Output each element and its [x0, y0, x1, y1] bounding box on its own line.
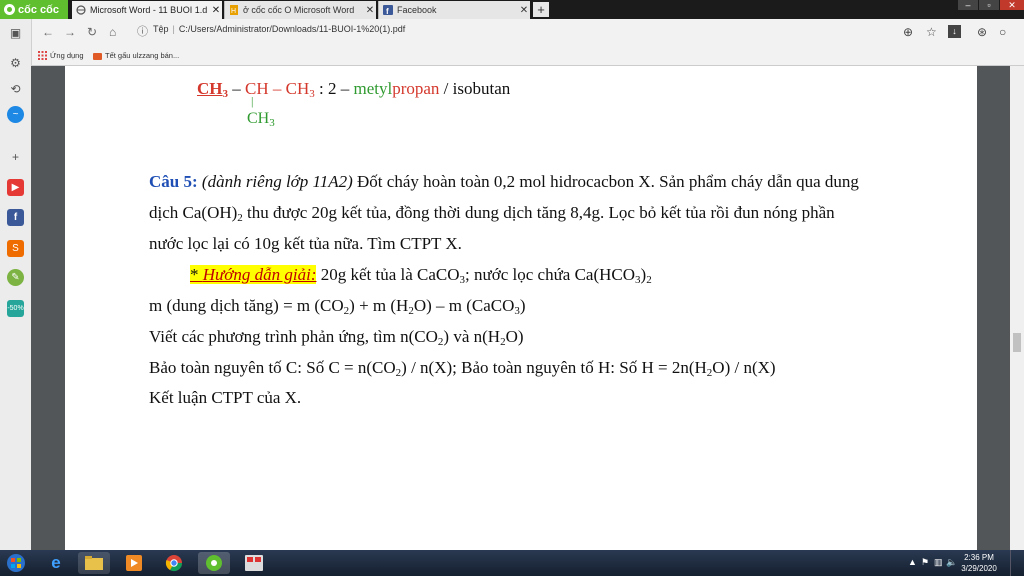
chrome-icon[interactable] — [158, 552, 190, 574]
question-5-line-3: nước lọc lại có 10g kết tủa nữa. Tìm CTP… — [149, 234, 462, 253]
tab-label: Microsoft Word - 11 BUOI 1.d — [90, 5, 208, 15]
vertical-scrollbar[interactable] — [1010, 66, 1024, 550]
svg-text:H: H — [231, 8, 236, 15]
youtube-icon[interactable]: ▶ — [7, 179, 24, 196]
bookmark-star-icon[interactable]: ☆ — [926, 25, 937, 39]
forward-arrow-icon[interactable]: → — [64, 25, 76, 39]
bookmarks-bar: Ứng dụng Tết gấu ulzzang bán... — [0, 45, 1024, 66]
pdf-page: CH3 – CH – CH3 : 2 – metylpropan / isobu… — [65, 66, 977, 550]
promo-badge[interactable]: -50% — [7, 300, 24, 317]
ch3-group: CH3 — [197, 79, 228, 100]
question-5-line-2: dịch Ca(OH)2 thu được 20g kết tủa, đồng … — [149, 203, 835, 224]
system-clock[interactable]: 2:36 PM 3/29/2020 — [956, 552, 1002, 574]
address-bar[interactable]: Tệp | C:/Users/Administrator/Downloads/11-… — [153, 24, 405, 34]
tab-label: ở cốc cốc O Microsoft Word — [243, 5, 355, 15]
bookmark-apps[interactable]: Ứng dụng — [38, 51, 84, 60]
pdf-viewer: CH3 – CH – CH3 : 2 – metylpropan / isobu… — [31, 66, 1010, 550]
coccoc-menu-button[interactable]: cốc cốc — [0, 0, 68, 19]
branch-ch3: CH3 — [247, 110, 275, 129]
coccoc-taskbar-icon[interactable] — [198, 552, 230, 574]
app-icon[interactable] — [238, 552, 270, 574]
messenger-icon[interactable]: ~ — [7, 106, 24, 123]
add-icon[interactable]: + — [7, 149, 24, 166]
address-url: C:/Users/Administrator/Downloads/11-BUOI… — [178, 24, 406, 34]
shopping-bag-icon — [93, 51, 102, 60]
settings-icon[interactable]: ⚙ — [7, 55, 24, 72]
windows-taskbar: e ▲ ⚑ ▥ 🔈 2:36 PM 3/29/2020 — [0, 550, 1024, 576]
question-5-line-1: Câu 5: (dành riêng lớp 11A2) Đốt cháy ho… — [149, 172, 859, 191]
tab-close-icon[interactable]: ✕ — [518, 5, 530, 16]
branch-bar: | — [251, 94, 254, 108]
conclusion-line: Kết luận CTPT của X. — [149, 388, 302, 407]
formula-line: CH3 – CH – CH3 : 2 – metylpropan / isobu… — [197, 79, 511, 100]
clock-date: 3/29/2020 — [961, 564, 997, 573]
document-icon: H — [229, 5, 239, 15]
mass-equation-line: m (dung dịch tăng) = m (CO2) + m (H2O) –… — [149, 296, 526, 317]
globe-icon — [76, 5, 86, 15]
tab-word-coccoc[interactable]: H ở cốc cốc O Microsoft Word ✕ — [224, 1, 376, 19]
clock-time: 2:36 PM — [964, 553, 994, 562]
home-icon[interactable]: ⌂ — [109, 25, 116, 39]
question-label: Câu 5: — [149, 172, 198, 191]
bookmark-label: Ứng dụng — [50, 51, 84, 60]
hint-label: * Hướng dẫn giải: — [190, 265, 317, 284]
coccoc-extension-icon[interactable]: ✎ — [7, 269, 24, 286]
tab-label: Facebook — [397, 5, 437, 15]
hint-line: * Hướng dẫn giải: 20g kết tủa là CaCO3; … — [190, 265, 652, 286]
sidebar-toggle-icon[interactable]: ▣ — [7, 25, 24, 42]
facebook-icon: f — [383, 5, 393, 16]
tab-word-doc[interactable]: Microsoft Word - 11 BUOI 1.d ✕ — [72, 1, 222, 19]
brand-label: cốc cốc — [18, 3, 59, 16]
address-scheme-label: Tệp — [153, 24, 169, 34]
apps-grid-icon — [38, 51, 47, 60]
start-button[interactable] — [2, 552, 30, 574]
minimize-button[interactable]: – — [958, 0, 978, 10]
conservation-line: Bảo toàn nguyên tố C: Số C = n(CO2) / n(… — [149, 358, 776, 379]
tray-arrow-icon[interactable]: ▲ — [908, 557, 917, 567]
svg-text:f: f — [386, 7, 389, 15]
close-window-button[interactable]: ✕ — [1000, 0, 1024, 10]
maximize-button[interactable]: ▫ — [979, 0, 999, 10]
info-icon[interactable]: ⓘ — [137, 25, 148, 39]
tab-facebook[interactable]: f Facebook ✕ — [378, 1, 530, 19]
zoom-icon[interactable]: ⊕ — [903, 25, 913, 39]
tab-close-icon[interactable]: ✕ — [364, 5, 376, 16]
left-sidebar: ▣ ⚙ ⟲ ~ + ▶ f S ✎ -50% — [0, 19, 32, 550]
reaction-line: Viết các phương trình phản ứng, tìm n(CO… — [149, 327, 524, 348]
new-tab-button[interactable]: + — [533, 2, 549, 17]
media-player-icon[interactable] — [118, 552, 150, 574]
history-icon[interactable]: ⟲ — [7, 81, 24, 98]
download-icon[interactable]: ↓ — [948, 25, 961, 38]
tab-close-icon[interactable]: ✕ — [210, 5, 222, 16]
bookmark-label: Tết gấu ulzzang bán... — [105, 51, 180, 60]
extension-icon[interactable]: ⊛ — [977, 25, 987, 39]
reload-icon[interactable]: ↻ — [87, 25, 97, 39]
profile-icon[interactable]: ○ — [999, 25, 1006, 39]
shopee-icon[interactable]: S — [7, 240, 24, 257]
back-arrow-icon[interactable]: ← — [42, 25, 54, 39]
facebook-icon[interactable]: f — [7, 209, 24, 226]
tab-strip: cốc cốc Microsoft Word - 11 BUOI 1.d ✕ H… — [0, 0, 1024, 19]
show-desktop-button[interactable] — [1010, 550, 1024, 576]
bookmark-shop[interactable]: Tết gấu ulzzang bán... — [93, 51, 179, 60]
coccoc-logo-icon — [4, 4, 15, 15]
network-icon[interactable]: ▥ — [934, 557, 943, 568]
file-explorer-icon[interactable] — [78, 552, 110, 574]
scrollbar-thumb[interactable] — [1013, 333, 1021, 352]
flag-icon[interactable]: ⚑ — [921, 557, 929, 568]
internet-explorer-icon[interactable]: e — [40, 552, 72, 574]
